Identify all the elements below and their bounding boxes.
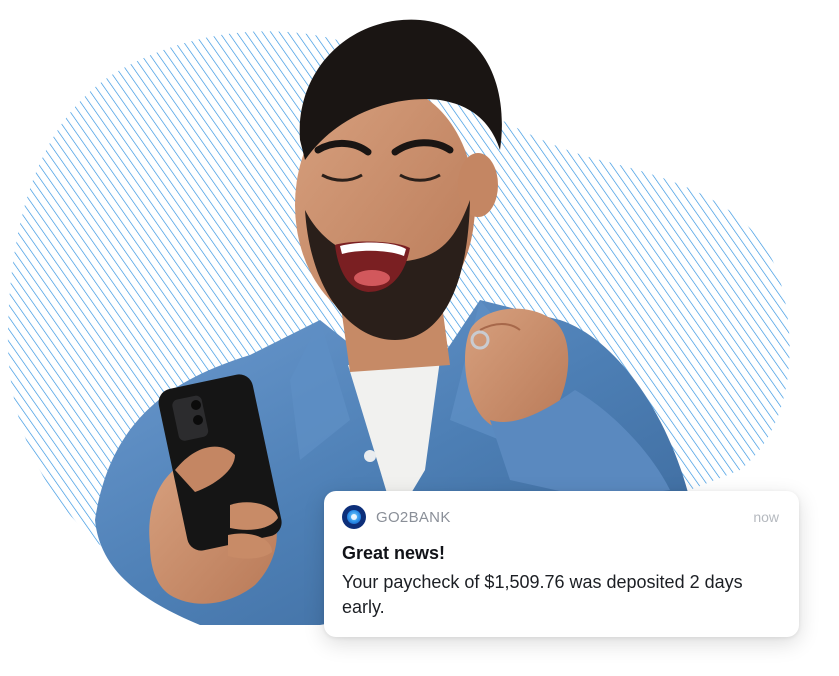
notification-header: GO2BANK now	[342, 505, 779, 529]
app-name: GO2BANK	[376, 508, 451, 526]
notification-title: Great news!	[342, 543, 446, 563]
notification-time: now	[753, 509, 779, 525]
shirt-button	[364, 450, 376, 462]
go2bank-logo-icon	[342, 505, 366, 529]
notification-body: Your paycheck of $1,509.76 was deposited…	[342, 572, 743, 617]
push-notification-card[interactable]: GO2BANK now Great news! Your paycheck of…	[324, 491, 799, 637]
